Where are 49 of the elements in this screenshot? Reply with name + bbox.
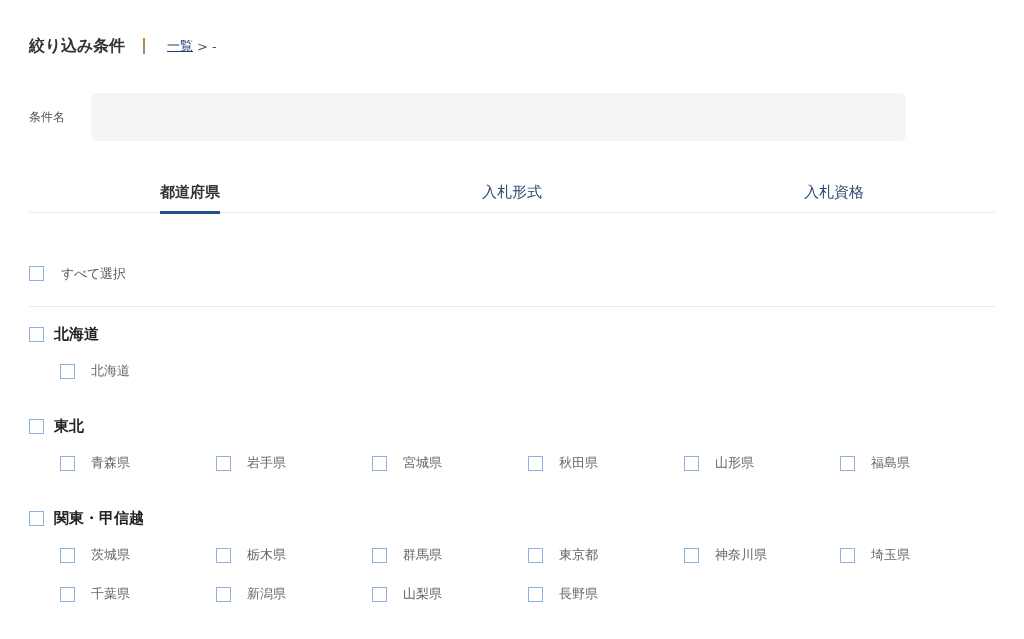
checkbox[interactable] xyxy=(216,455,231,471)
breadcrumb-text: > - xyxy=(197,38,217,54)
checkbox[interactable] xyxy=(60,586,75,602)
field-label: 条件名 xyxy=(29,108,66,126)
checkbox-label: 北海道 xyxy=(91,362,130,380)
checkbox-label: 茨城県 xyxy=(91,546,130,564)
checkbox[interactable] xyxy=(29,266,44,281)
checkbox[interactable] xyxy=(29,418,44,434)
checkbox[interactable] xyxy=(840,547,855,563)
checkbox-label: 青森県 xyxy=(91,454,130,472)
checkbox[interactable] xyxy=(60,455,75,471)
region-heading: 北海道 xyxy=(54,324,99,344)
checkbox[interactable] xyxy=(29,326,44,342)
checkbox-label: 東京都 xyxy=(559,546,598,564)
checkbox-label: 岩手県 xyxy=(247,454,286,472)
checkbox-label: 神奈川県 xyxy=(715,546,767,564)
checkbox[interactable] xyxy=(216,547,231,563)
checkbox-label: 山梨県 xyxy=(403,585,442,603)
checkbox[interactable] xyxy=(528,455,543,471)
checkbox-label: 秋田県 xyxy=(559,454,598,472)
checkbox[interactable] xyxy=(528,586,543,602)
checkbox-label: 栃木県 xyxy=(247,546,286,564)
checkbox[interactable] xyxy=(372,586,387,602)
checkbox-label: 山形県 xyxy=(715,454,754,472)
tab[interactable]: 入札形式 xyxy=(482,175,542,214)
tab[interactable]: 都道府県 xyxy=(160,175,220,214)
checkbox-label: 新潟県 xyxy=(247,585,286,603)
checkbox[interactable] xyxy=(684,455,699,471)
breadcrumb-link[interactable]: 一覧 xyxy=(167,37,193,55)
checkbox[interactable] xyxy=(840,455,855,471)
checkbox-label: 群馬県 xyxy=(403,546,442,564)
checkbox-label: 福島県 xyxy=(871,454,910,472)
region-heading: 関東・甲信越 xyxy=(54,508,144,528)
checkbox-label: 埼玉県 xyxy=(871,546,910,564)
page-title: 絞り込み条件 xyxy=(29,35,125,57)
checkbox[interactable] xyxy=(372,547,387,563)
checkbox[interactable] xyxy=(372,455,387,471)
checkbox-label: 長野県 xyxy=(559,585,598,603)
tab[interactable]: 入札資格 xyxy=(804,175,864,214)
checkbox[interactable] xyxy=(684,547,699,563)
checkbox[interactable] xyxy=(216,586,231,602)
checkbox[interactable] xyxy=(60,363,75,379)
checkbox[interactable] xyxy=(29,510,44,526)
region-heading: 東北 xyxy=(54,416,84,436)
checkbox-label: 千葉県 xyxy=(91,585,130,603)
checkbox-label: 宮城県 xyxy=(403,454,442,472)
checkbox[interactable] xyxy=(528,547,543,563)
checkbox-label: すべて選択 xyxy=(61,264,126,283)
checkbox[interactable] xyxy=(60,547,75,563)
